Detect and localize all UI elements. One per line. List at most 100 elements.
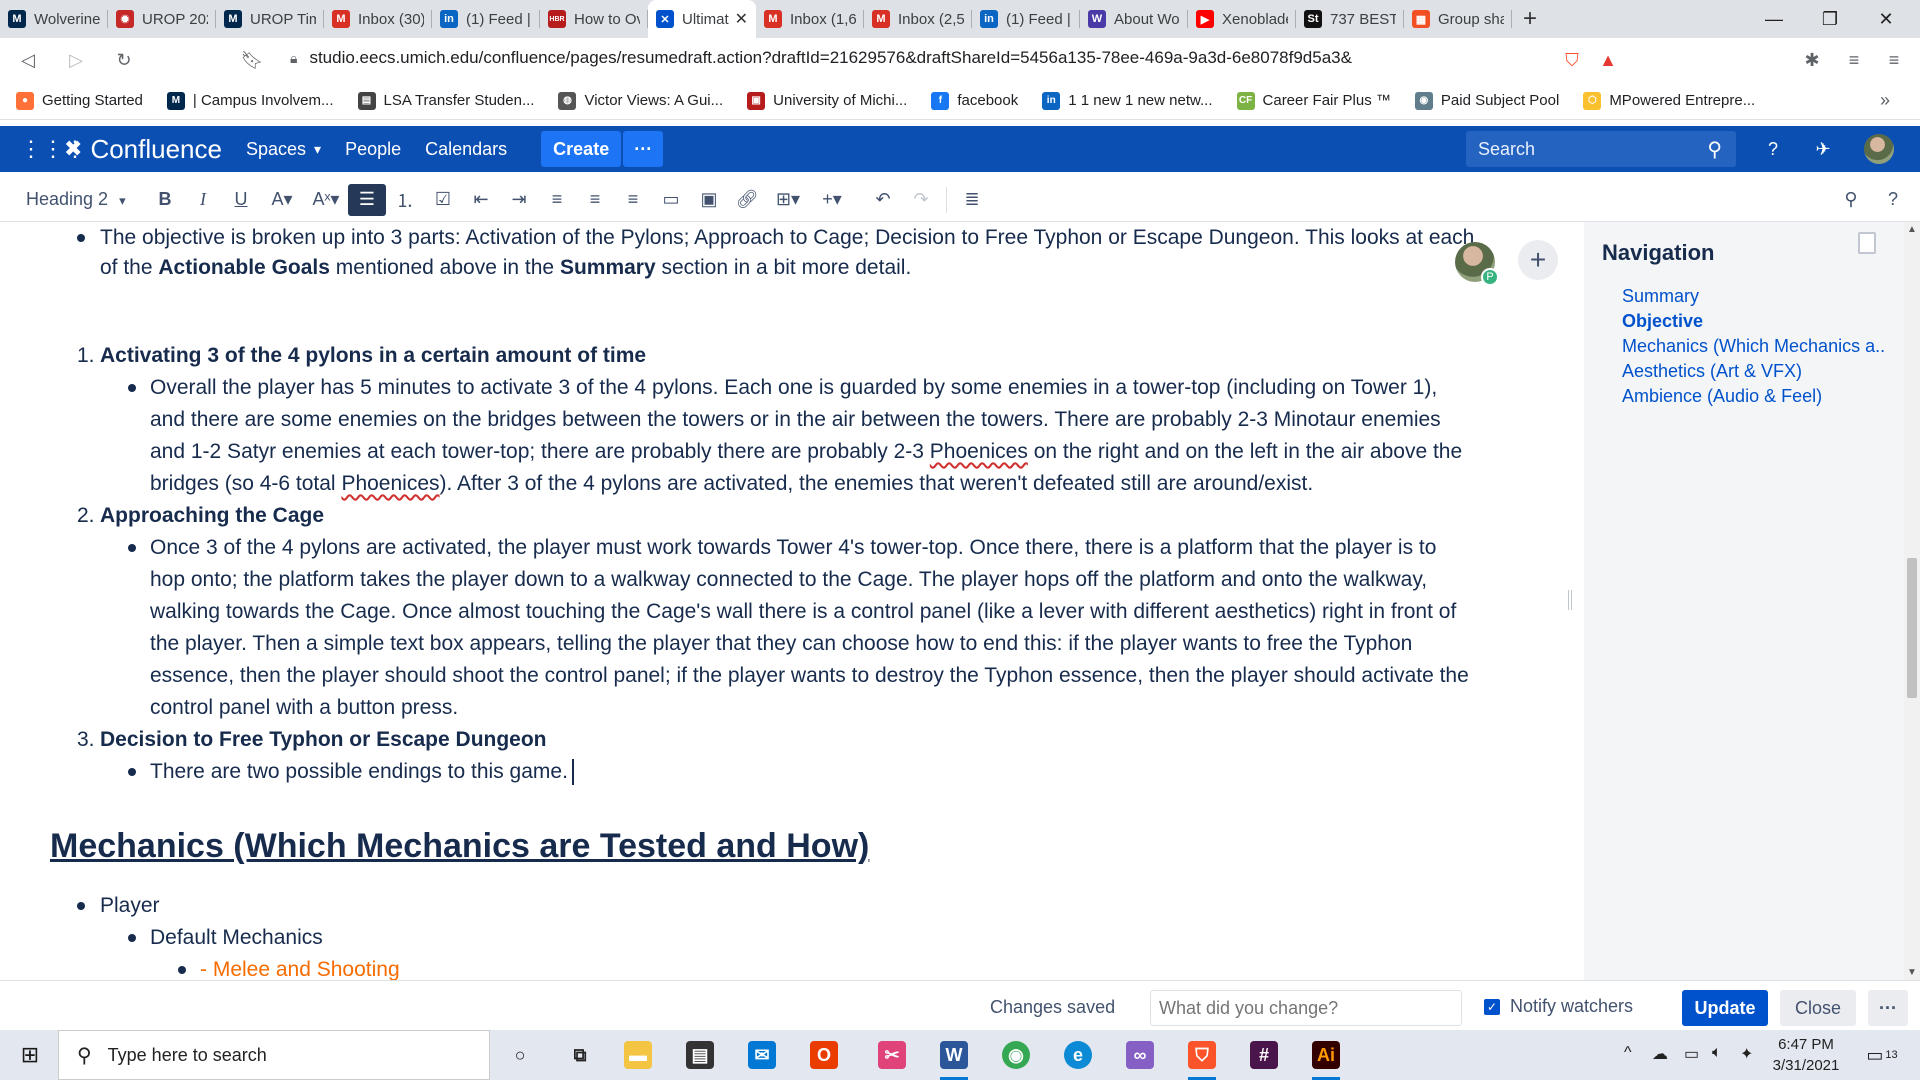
link-icon[interactable]: 🔗︎ (728, 184, 766, 216)
change-comment-input[interactable] (1150, 990, 1462, 1026)
nav-link[interactable]: Mechanics (Which Mechanics a... (1622, 336, 1884, 357)
find-replace-icon[interactable]: ⚲ (1832, 184, 1870, 216)
paragraph-style-select[interactable]: Heading 2 ▾ (26, 189, 138, 210)
brave-shield-icon[interactable]: ⛉ (1556, 44, 1588, 76)
office-icon[interactable]: O (804, 1038, 844, 1072)
tray-expand-icon[interactable]: ^ (1624, 1044, 1632, 1062)
visual-studio-icon[interactable]: ∞ (1120, 1038, 1160, 1072)
bookmark-item[interactable]: ◉ Paid Subject Pool (1414, 91, 1559, 110)
undo-icon[interactable]: ↶ (864, 184, 902, 216)
create-more-button[interactable]: ··· (623, 131, 664, 167)
insert-more-icon[interactable]: +▾ (810, 184, 854, 216)
chrome-icon[interactable]: ◉ (996, 1038, 1036, 1072)
browser-tab[interactable]: M Inbox (1,6 (756, 0, 864, 38)
indent-icon[interactable]: ⇥ (500, 184, 538, 216)
dropbox-icon[interactable]: ✦ (1740, 1044, 1753, 1064)
confluence-logo[interactable]: ✖ Confluence (64, 134, 222, 165)
collapse-panel-icon[interactable] (1858, 232, 1876, 254)
scrollbar-thumb[interactable] (1907, 558, 1917, 698)
table-icon[interactable]: ⊞▾ (766, 184, 810, 216)
nav-link[interactable]: Summary (1622, 286, 1884, 307)
page-layout-icon[interactable]: ≣ (953, 184, 991, 216)
cortana-icon[interactable]: ○ (500, 1038, 540, 1072)
system-clock[interactable]: 6:47 PM 3/31/2021 (1766, 1034, 1846, 1076)
minimize-icon[interactable]: — (1746, 0, 1802, 38)
nav-calendars[interactable]: Calendars (425, 139, 507, 160)
scroll-up-icon[interactable]: ▲ (1907, 224, 1917, 235)
app-switcher-icon[interactable]: ⋮⋮⋮ (20, 136, 86, 162)
forward-icon[interactable]: ▷ (58, 42, 94, 78)
browser-tab[interactable]: W About Wo (1080, 0, 1188, 38)
align-right-icon[interactable]: ≡ (614, 184, 652, 216)
align-center-icon[interactable]: ≡ (576, 184, 614, 216)
bookmark-item[interactable]: ⬡ MPowered Entrepre... (1583, 91, 1755, 110)
file-explorer-icon[interactable]: ▬ (618, 1038, 658, 1072)
bookmark-item[interactable]: ◍ Victor Views: A Gui... (558, 91, 723, 110)
onedrive-icon[interactable]: ☁ (1652, 1044, 1668, 1064)
align-left-icon[interactable]: ≡ (538, 184, 576, 216)
bookmark-item[interactable]: f facebook (931, 91, 1018, 110)
underline-icon[interactable]: U (222, 184, 260, 216)
text-format-icon[interactable]: Aˣ▾ (304, 184, 348, 216)
collaborator-avatar[interactable]: P (1455, 242, 1499, 286)
url-field[interactable]: 🔒︎ studio.eecs.umich.edu/confluence/pages… (290, 48, 1352, 68)
add-collaborator-button[interactable]: + (1518, 240, 1558, 280)
illustrator-icon[interactable]: Ai (1306, 1038, 1346, 1080)
nav-link[interactable]: Ambience (Audio & Feel) (1622, 386, 1884, 407)
store-icon[interactable]: ▤ (680, 1038, 720, 1072)
image-icon[interactable]: ▣ (690, 184, 728, 216)
volume-icon[interactable]: 🔈︎ (1712, 1044, 1722, 1062)
browser-tab[interactable]: M Wolverine (0, 0, 108, 38)
back-icon[interactable]: ◁ (10, 42, 46, 78)
close-tab-icon[interactable]: ✕ (735, 9, 748, 29)
editor-content[interactable]: The objective is broken up into 3 parts:… (0, 222, 1584, 980)
italic-icon[interactable]: I (184, 184, 222, 216)
more-bookmarks-icon[interactable]: » (1880, 90, 1890, 111)
reload-icon[interactable]: ↻ (106, 42, 142, 78)
task-view-icon[interactable]: ⧉ (560, 1038, 600, 1072)
mail-icon[interactable]: ✉ (742, 1038, 782, 1072)
browser-tab[interactable]: M Inbox (2,5 (864, 0, 972, 38)
bookmark-icon[interactable]: 🔖︎ (234, 42, 270, 78)
panel-resize-handle[interactable] (1568, 590, 1572, 610)
action-center-icon[interactable]: ▭ 13 (1864, 1040, 1900, 1070)
numbered-list-icon[interactable]: ⒈ (386, 184, 424, 216)
windows-start-icon[interactable]: ⊞ (10, 1038, 50, 1072)
browser-menu-icon[interactable]: ≡ (1878, 44, 1910, 76)
scroll-down-icon[interactable]: ▼ (1907, 967, 1917, 978)
slack-icon[interactable]: # (1244, 1038, 1284, 1072)
edge-icon[interactable]: e (1058, 1038, 1098, 1072)
bookmark-item[interactable]: ● Getting Started (16, 91, 143, 110)
bullet-list-icon[interactable]: ☰ (348, 183, 386, 216)
help-icon[interactable]: ? (1758, 134, 1788, 164)
word-icon[interactable]: W (934, 1038, 974, 1080)
nav-link[interactable]: Aesthetics (Art & VFX) (1622, 361, 1884, 382)
browser-tab[interactable]: ✹ UROP 2020 (108, 0, 216, 38)
bookmark-item[interactable]: M | Campus Involvem... (166, 91, 334, 110)
create-button[interactable]: Create (541, 131, 622, 167)
snip-sketch-icon[interactable]: ✂ (872, 1038, 912, 1072)
bookmark-item[interactable]: in 1 1 new 1 new netw... (1042, 91, 1213, 110)
restore-icon[interactable]: ❐ (1802, 0, 1858, 38)
bookmark-item[interactable]: ▤ LSA Transfer Studen... (357, 91, 534, 110)
bookmark-item[interactable]: CF Career Fair Plus ™ (1236, 91, 1391, 110)
browser-tab[interactable]: ▦ Group sha (1404, 0, 1512, 38)
brave-rewards-icon[interactable]: ▲ (1592, 44, 1624, 76)
checkbox-checked-icon[interactable]: ✓ (1484, 998, 1500, 1015)
spelling-flag[interactable]: Phoenices (341, 472, 439, 495)
nav-link[interactable]: Objective (1622, 311, 1884, 332)
search-input[interactable]: Search ⚲ (1466, 131, 1736, 167)
brave-icon[interactable]: ⛉ (1182, 1038, 1222, 1080)
nav-spaces[interactable]: Spaces ▾ (246, 139, 321, 160)
layout-icon[interactable]: ▭ (652, 184, 690, 216)
bold-icon[interactable]: B (146, 184, 184, 216)
browser-tab[interactable]: St 737 BEST (1296, 0, 1404, 38)
new-tab-button[interactable]: + (1512, 0, 1548, 38)
browser-tab[interactable]: ▶ Xenoblade (1188, 0, 1296, 38)
task-list-icon[interactable]: ☑ (424, 184, 462, 216)
notify-watchers-checkbox[interactable]: ✓ Notify watchers (1484, 996, 1633, 1017)
browser-tab[interactable]: M UROP Time (216, 0, 324, 38)
browser-tab[interactable]: in (1) Feed | L (432, 0, 540, 38)
media-queue-icon[interactable]: ≡ (1838, 44, 1870, 76)
nav-people[interactable]: People (345, 139, 401, 160)
